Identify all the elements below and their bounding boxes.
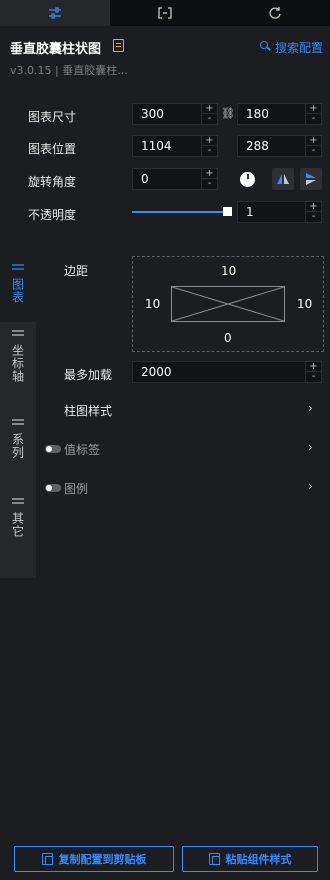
sliders-icon (12, 330, 24, 336)
flip-horizontal-icon (277, 174, 289, 184)
flip-vertical-icon (306, 173, 316, 185)
max-load-input[interactable]: 2000 (132, 361, 306, 383)
opacity-label: 不透明度 (28, 208, 77, 222)
flip-horizontal-button[interactable] (272, 168, 294, 190)
width-input[interactable]: 300 (132, 103, 202, 125)
flip-vertical-button[interactable] (300, 168, 322, 190)
tab-config[interactable] (0, 0, 110, 26)
rotation-dial-icon[interactable] (240, 172, 255, 187)
paste-icon (208, 853, 220, 865)
margin-right-value[interactable]: 10 (297, 297, 312, 311)
chevron-right-icon[interactable]: › (308, 440, 313, 454)
sliders-icon (49, 7, 61, 19)
rotation-stepper[interactable]: + - (202, 168, 218, 190)
sidebar-label: 坐标轴 (10, 344, 25, 383)
search-config-link[interactable]: 搜索配置 (275, 39, 323, 56)
sidebar-tab-series[interactable]: 系列 (0, 411, 36, 490)
sidebar-label: 系列 (10, 433, 25, 459)
margin-bottom-value[interactable]: 0 (224, 331, 232, 345)
sidebar-tab-other[interactable]: 其它 (0, 490, 36, 578)
chevron-right-icon[interactable]: › (308, 479, 313, 493)
chevron-right-icon[interactable]: › (308, 401, 313, 415)
margin-inner-rect (171, 286, 285, 322)
opacity-input[interactable]: 1 (237, 201, 306, 223)
paste-style-label: 粘贴组件样式 (225, 853, 292, 866)
y-stepper[interactable]: + - (306, 135, 322, 157)
y-input[interactable]: 288 (237, 135, 306, 157)
opacity-stepper[interactable]: + - (306, 201, 322, 223)
bracket-icon (158, 7, 172, 19)
rotation-input[interactable]: 0 (132, 168, 202, 190)
sidebar-label: 其它 (10, 512, 25, 538)
width-stepper[interactable]: + - (202, 103, 218, 125)
margin-label: 边距 (64, 264, 89, 278)
height-input[interactable]: 180 (237, 103, 306, 125)
value-label-toggle[interactable] (45, 445, 61, 453)
sliders-icon (12, 498, 24, 504)
size-label: 图表尺寸 (28, 110, 77, 124)
opacity-slider-track[interactable] (132, 211, 228, 213)
copy-config-button[interactable]: 复制配置到剪贴板 (14, 846, 174, 872)
paste-style-button[interactable]: 粘贴组件样式 (182, 846, 318, 872)
position-label: 图表位置 (28, 142, 77, 156)
sidebar-label: 图表 (10, 278, 25, 304)
max-load-stepper[interactable]: + - (306, 361, 322, 383)
component-title: 垂直胶囊柱状图 (10, 42, 102, 57)
opacity-slider-thumb[interactable] (223, 207, 232, 216)
margin-left-value[interactable]: 10 (145, 297, 160, 311)
rotate-icon (269, 7, 281, 19)
rotation-label: 旋转角度 (28, 175, 77, 189)
sliders-icon (12, 419, 24, 425)
x-stepper[interactable]: + - (202, 135, 218, 157)
max-load-label: 最多加载 (64, 368, 113, 382)
sliders-icon (12, 264, 24, 270)
margin-top-value[interactable]: 10 (221, 264, 236, 278)
search-icon[interactable] (260, 41, 268, 49)
section-bar-style[interactable]: 柱图样式 (64, 402, 112, 419)
height-stepper[interactable]: + - (306, 103, 322, 125)
version-text: v3.0.15 | 垂直胶囊柱... (10, 64, 128, 77)
sidebar-tab-chart[interactable]: 图表 (0, 256, 36, 322)
document-icon[interactable] (113, 39, 124, 52)
x-input[interactable]: 1104 (132, 135, 202, 157)
sidebar-tab-axis[interactable]: 坐标轴 (0, 322, 36, 411)
legend-toggle[interactable] (45, 484, 61, 492)
copy-icon (41, 853, 53, 865)
link-icon[interactable]: ⛓ (221, 107, 235, 120)
section-value-label[interactable]: 值标签 (64, 441, 100, 458)
copy-config-label: 复制配置到剪贴板 (58, 853, 147, 866)
section-legend[interactable]: 图例 (64, 480, 88, 497)
tab-data[interactable] (110, 0, 220, 26)
tab-interaction[interactable] (220, 0, 330, 26)
